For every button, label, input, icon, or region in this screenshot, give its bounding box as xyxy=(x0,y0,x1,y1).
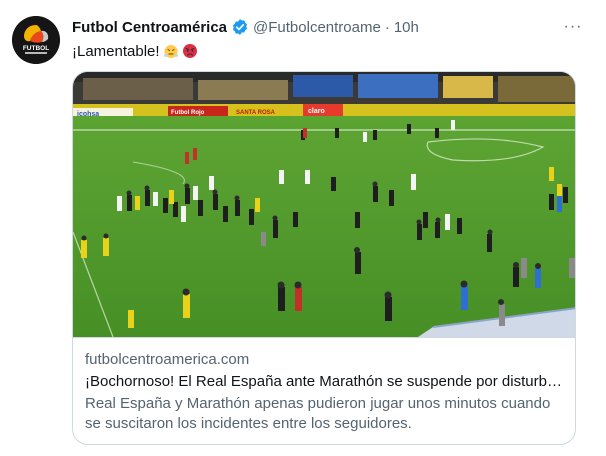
card-body[interactable]: futbolcentroamerica.com ¡Bochornoso! El … xyxy=(73,337,575,444)
ad-board-futbol: Futbol Rojo xyxy=(171,110,205,116)
avatar[interactable]: FUTBOL xyxy=(12,16,60,64)
pouting-face-icon xyxy=(182,43,198,59)
card-domain: futbolcentroamerica.com xyxy=(85,351,250,368)
verified-badge-icon xyxy=(231,18,249,36)
tweet-header: Futbol Centroamérica @Futbolcentroame · … xyxy=(72,16,419,38)
more-options-button[interactable]: ··· xyxy=(562,16,584,38)
author-name[interactable]: Futbol Centroamérica xyxy=(72,19,227,36)
tweet-text: ¡Lamentable! xyxy=(72,40,198,62)
card-title: ¡Bochornoso! El Real España ante Marathó… xyxy=(85,373,563,390)
futbol-centroamerica-logo-icon: FUTBOL xyxy=(12,16,60,64)
ad-board-santa-rosa: SANTA ROSA xyxy=(236,110,276,116)
card-description: Real España y Marathón apenas pudieron j… xyxy=(85,395,551,432)
ad-board-claro: claro xyxy=(308,108,325,115)
face-with-steam-icon xyxy=(163,43,179,59)
tweet[interactable]: FUTBOL Futbol Centroamérica @Futbolcentr… xyxy=(0,0,606,456)
author-handle[interactable]: @Futbolcentroame xyxy=(253,19,381,36)
separator-dot: · xyxy=(384,18,390,36)
stadium-photo: icohsa Futbol Rojo SANTA ROSA claro xyxy=(73,72,575,337)
link-preview-card[interactable]: icohsa Futbol Rojo SANTA ROSA claro futb… xyxy=(72,71,576,445)
tweet-text-content: ¡Lamentable! xyxy=(72,42,160,60)
tweet-timestamp[interactable]: 10h xyxy=(394,19,419,36)
avatar-logo-text: FUTBOL xyxy=(23,45,49,52)
card-image[interactable]: icohsa Futbol Rojo SANTA ROSA claro xyxy=(73,72,575,337)
